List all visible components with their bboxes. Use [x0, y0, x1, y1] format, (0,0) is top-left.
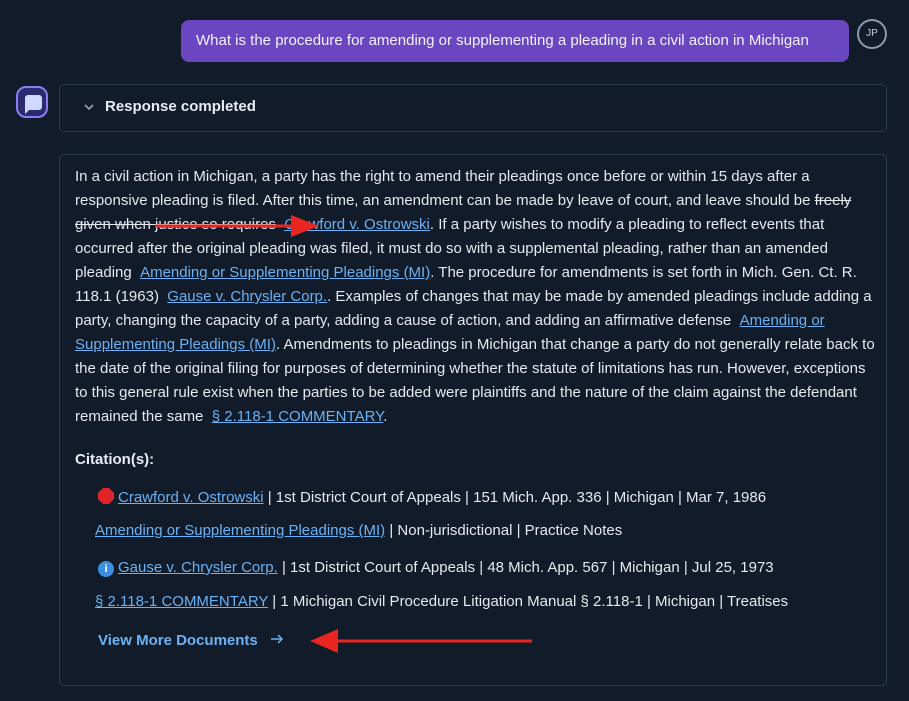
citation-link[interactable]: Amending or Supplementing Pleadings (MI) [95, 522, 385, 539]
info-flag-icon: i [98, 561, 114, 577]
citation-item: i Gause v. Chrysler Corp. | 1st District … [98, 559, 774, 577]
assistant-icon [16, 86, 48, 118]
citations-heading: Citation(s): [75, 451, 155, 468]
arrow-right-icon [270, 634, 283, 644]
citation-item: § 2.118-1 COMMENTARY | 1 Michigan Civil … [95, 593, 789, 610]
annotation-arrow-right [155, 215, 319, 237]
red-stop-flag-icon [98, 488, 114, 504]
annotation-arrow-left [310, 629, 532, 653]
inline-citation-link[interactable]: Gause v. Chrysler Corp. [167, 288, 327, 305]
response-status-card[interactable]: Response completed [59, 84, 887, 132]
view-more-documents-button[interactable]: View More Documents [98, 632, 284, 649]
citation-item: Amending or Supplementing Pleadings (MI)… [95, 522, 623, 539]
answer-text: In a civil action in Michigan, a party h… [75, 168, 875, 425]
user-message-bubble: What is the procedure for amending or su… [181, 20, 849, 62]
citation-link[interactable]: Crawford v. Ostrowski [118, 489, 264, 506]
citation-link[interactable]: Gause v. Chrysler Corp. [118, 559, 278, 576]
inline-citation-link[interactable]: Amending or Supplementing Pleadings (MI) [140, 264, 430, 281]
avatar[interactable]: JP [857, 19, 887, 49]
response-status-label: Response completed [105, 98, 256, 115]
inline-citation-link[interactable]: § 2.118-1 COMMENTARY [212, 408, 383, 425]
view-more-label: View More Documents [98, 632, 258, 649]
chevron-down-icon[interactable] [82, 100, 96, 114]
citation-item: Crawford v. Ostrowski | 1st District Cou… [98, 488, 766, 506]
citation-link[interactable]: § 2.118-1 COMMENTARY [95, 593, 268, 610]
